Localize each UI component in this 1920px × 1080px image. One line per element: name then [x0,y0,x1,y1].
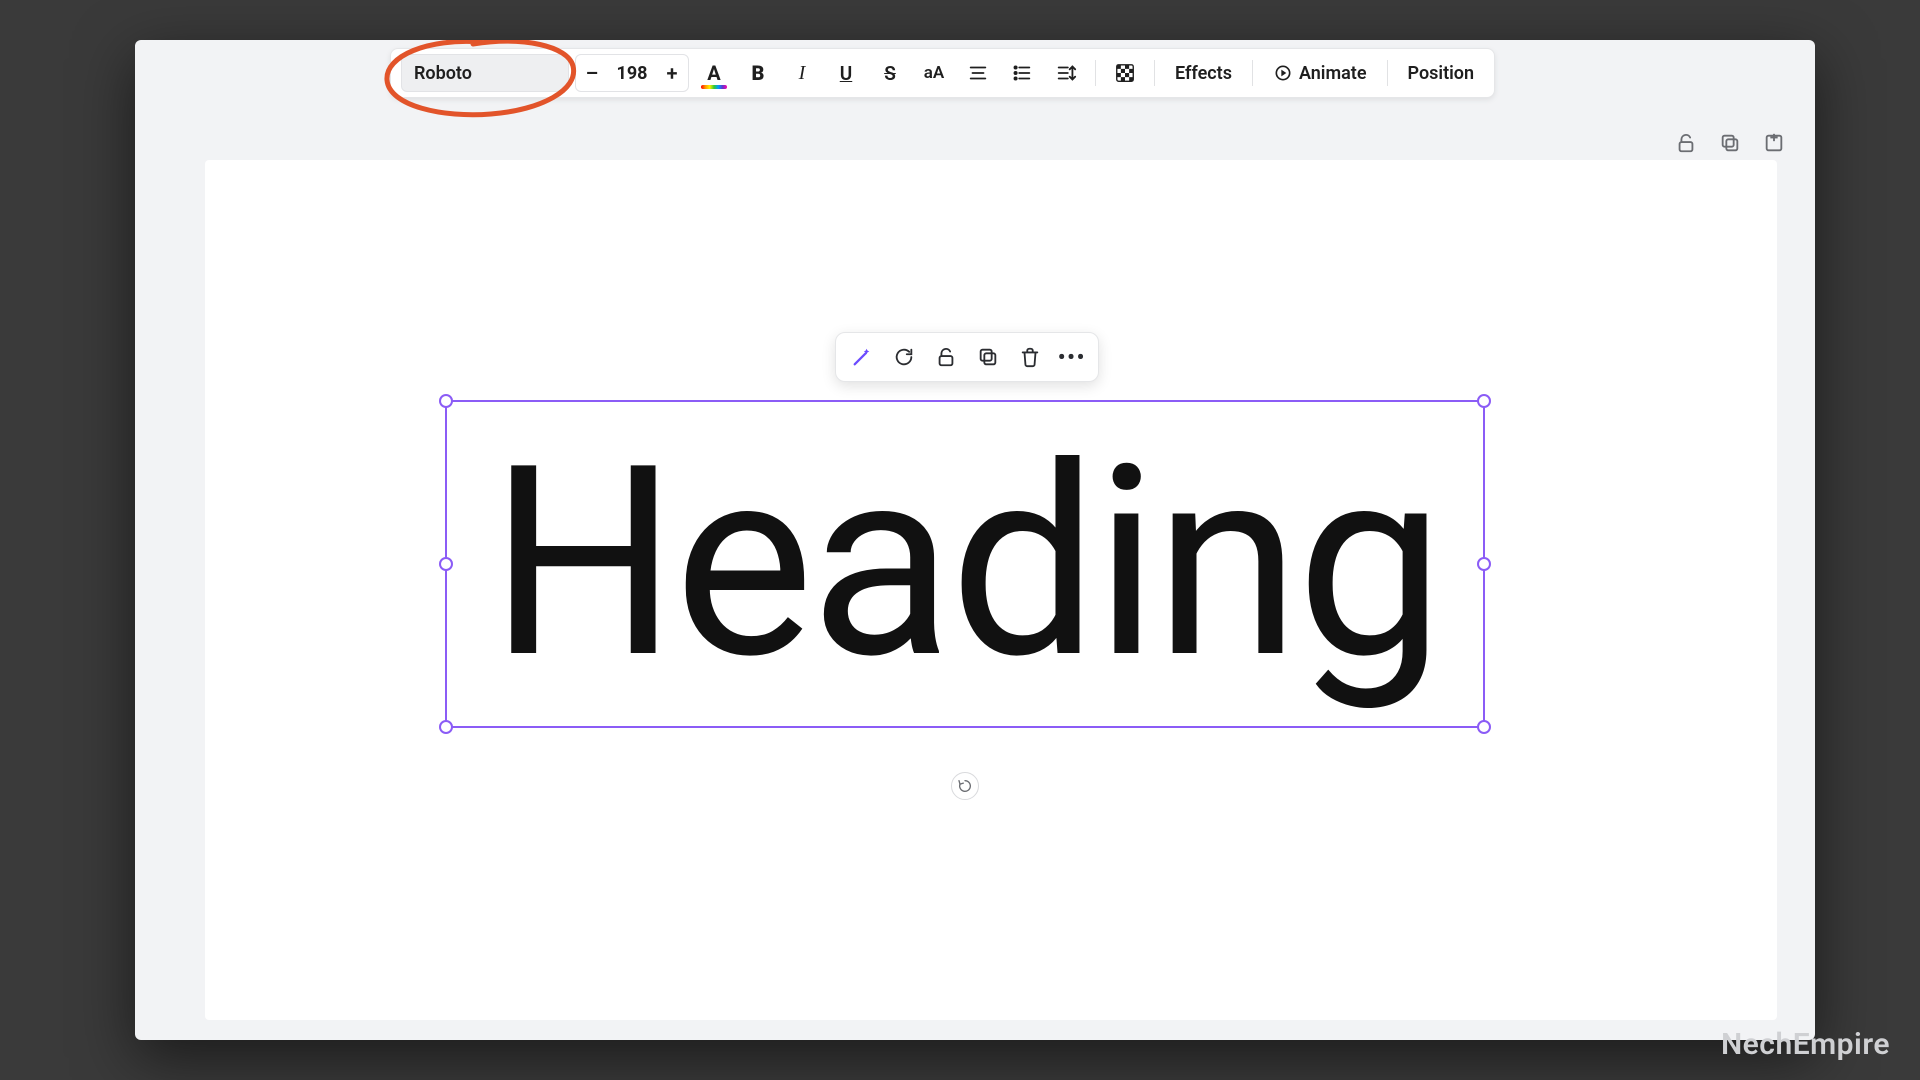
resize-handle-right[interactable] [1477,557,1491,571]
font-size-decrease-button[interactable]: – [576,55,608,91]
resize-handle-bottom-right[interactable] [1477,720,1491,734]
letter-case-icon: aA [924,63,944,83]
position-button[interactable]: Position [1398,54,1485,92]
bold-button[interactable]: B [739,54,777,92]
duplicate-element-button[interactable] [974,343,1002,371]
toolbar-separator [1095,60,1096,86]
animate-icon [1273,63,1293,83]
lock-open-icon [1675,132,1697,154]
toolbar-separator [1154,60,1155,86]
letter-case-button[interactable]: aA [915,54,953,92]
duplicate-button[interactable] [1717,130,1743,156]
magic-edit-button[interactable] [848,343,876,371]
more-icon: ••• [1058,345,1086,369]
refresh-button[interactable] [890,343,918,371]
align-icon [967,62,989,84]
list-button[interactable] [1003,54,1041,92]
spacing-button[interactable] [1047,54,1085,92]
color-spectrum-icon [701,85,727,89]
trash-icon [1019,346,1041,368]
underline-button[interactable]: U [827,54,865,92]
effects-button[interactable]: Effects [1165,54,1242,92]
text-color-letter-icon: A [707,61,720,85]
text-color-button[interactable]: A [695,54,733,92]
text-content[interactable]: Heading [447,402,1483,726]
resize-handle-left[interactable] [439,557,453,571]
underline-icon: U [840,62,852,85]
font-size-increase-button[interactable]: + [656,55,688,91]
animate-button[interactable]: Animate [1263,54,1377,92]
app-window: Roboto – 198 + A B I U S [135,40,1815,1040]
strikethrough-icon: S [884,62,896,85]
lock-open-icon [935,346,957,368]
list-icon [1011,62,1033,84]
font-family-picker[interactable]: Roboto [401,54,569,92]
duplicate-icon [1719,132,1741,154]
transparency-button[interactable] [1106,54,1144,92]
italic-icon: I [799,62,806,85]
font-size-value[interactable]: 198 [608,63,656,84]
text-align-button[interactable] [959,54,997,92]
resize-handle-top-left[interactable] [439,394,453,408]
resize-handle-bottom-left[interactable] [439,720,453,734]
transparency-icon [1114,62,1136,84]
duplicate-icon [977,346,999,368]
position-label: Position [1408,63,1475,84]
spacing-icon [1055,62,1077,84]
bold-icon: B [752,61,765,85]
lock-button[interactable] [1673,130,1699,156]
refresh-icon [893,346,915,368]
add-page-icon [1763,132,1785,154]
effects-label: Effects [1175,63,1232,84]
lock-element-button[interactable] [932,343,960,371]
text-toolbar: Roboto – 198 + A B I U S [390,48,1495,98]
more-options-button[interactable]: ••• [1058,343,1086,371]
watermark-text: NechEmpire [1721,1027,1890,1062]
toolbar-separator [1252,60,1253,86]
toolbar-separator [1387,60,1388,86]
animate-label: Animate [1299,63,1367,84]
strikethrough-button[interactable]: S [871,54,909,92]
font-size-group: – 198 + [575,54,689,92]
rotate-icon [957,778,973,794]
canvas-corner-actions [1673,130,1787,156]
resize-handle-top-right[interactable] [1477,394,1491,408]
italic-button[interactable]: I [783,54,821,92]
element-float-toolbar: ••• [835,332,1099,382]
selected-text-element[interactable]: Heading [445,400,1485,728]
delete-element-button[interactable] [1016,343,1044,371]
rotate-handle[interactable] [951,772,979,800]
font-family-value: Roboto [414,63,472,84]
magic-wand-icon [851,346,873,368]
add-page-button[interactable] [1761,130,1787,156]
